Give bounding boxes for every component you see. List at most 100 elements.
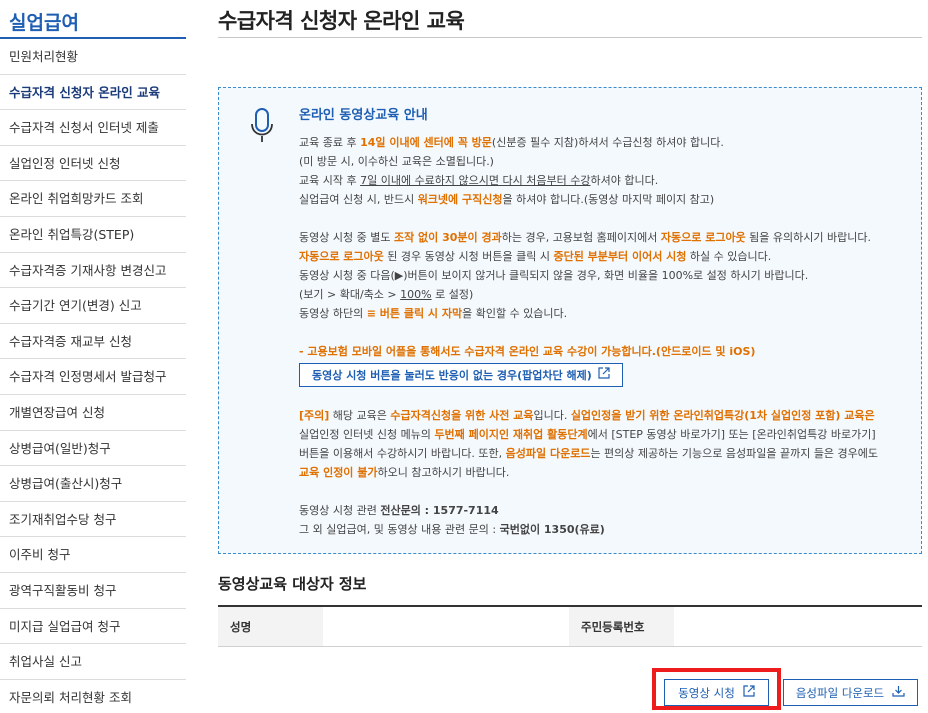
text: 로 설정) bbox=[431, 288, 474, 301]
microphone-icon bbox=[249, 108, 275, 148]
emphasis-text: 음성파일 다운로드 bbox=[505, 447, 591, 460]
text: 된 경우 동영상 시청 버튼을 클릭 시 bbox=[383, 250, 554, 263]
sidebar: 실업급여 민원처리현황 수급자격 신청자 온라인 교육 수급자격 신청서 인터넷… bbox=[0, 0, 186, 713]
notice-line: 동영상 시청 중 별도 조작 없이 30분이 경과하는 경우, 고용보험 홈페이… bbox=[299, 228, 911, 247]
sidebar-item-application-submit[interactable]: 수급자격 신청서 인터넷 제출 bbox=[0, 110, 186, 146]
sidebar-item-extended-benefit[interactable]: 개별연장급여 신청 bbox=[0, 395, 186, 431]
sidebar-item-complaint-status[interactable]: 민원처리현황 bbox=[0, 39, 186, 75]
caution-line: [주의] 해당 교육은 수급자격신청을 위한 사전 교육입니다. 실업인정을 받… bbox=[299, 406, 911, 425]
text: 해당 교육은 bbox=[329, 409, 391, 422]
underlined-text: 7일 이내에 수료하지 않으시면 다시 처음부터 수강 bbox=[360, 174, 591, 187]
sidebar-item-job-search-expense[interactable]: 광역구직활동비 청구 bbox=[0, 573, 186, 609]
text: 실업인정 인터넷 신청 메뉴의 bbox=[299, 428, 435, 441]
text: 동영상 시청 관련 bbox=[299, 504, 381, 517]
notice-box: 온라인 동영상교육 안내 교육 종료 후 14일 이내에 센터에 꼭 방문(신분… bbox=[218, 87, 922, 554]
sidebar-item-change-report[interactable]: 수급자격증 기재사항 변경신고 bbox=[0, 253, 186, 289]
notice-line: (미 방문 시, 이수하신 교육은 소멸됩니다.) bbox=[299, 155, 494, 168]
contact-line: 그 외 실업급여, 및 동영상 내용 관련 문의 : 국번없이 1350(유료) bbox=[299, 520, 911, 539]
sidebar-item-consult-status[interactable]: 자문의뢰 처리현황 조회 bbox=[0, 680, 186, 713]
text: 입니다. bbox=[533, 409, 571, 422]
emphasis-text: 자동으로 로그아웃 bbox=[299, 250, 384, 263]
text: 하셔야 합니다. bbox=[590, 174, 659, 187]
caution-line: 교육 인정이 불가하오니 참고하시기 바랍니다. bbox=[299, 463, 911, 482]
emphasis-text: 은 bbox=[864, 409, 875, 422]
emphasis-text: ≡ 버튼 클릭 시 자막 bbox=[366, 307, 463, 320]
sidebar-item-unemployment-recognition[interactable]: 실업인정 인터넷 신청 bbox=[0, 146, 186, 182]
emphasis-text: 워크넷에 구직신청 bbox=[417, 193, 503, 206]
sidebar-item-period-extension[interactable]: 수급기간 연기(변경) 신고 bbox=[0, 288, 186, 324]
external-link-icon bbox=[598, 366, 610, 385]
caution-tag: [주의] bbox=[299, 409, 330, 422]
sidebar-item-unpaid-benefit[interactable]: 미지급 실업급여 청구 bbox=[0, 609, 186, 645]
rrn-value bbox=[674, 607, 920, 646]
sidebar-menu: 민원처리현황 수급자격 신청자 온라인 교육 수급자격 신청서 인터넷 제출 실… bbox=[0, 39, 186, 713]
rrn-label: 주민등록번호 bbox=[569, 607, 674, 646]
notice-line: 교육 종료 후 14일 이내에 센터에 꼭 방문(신분증 필수 지참)하셔서 수… bbox=[299, 133, 911, 152]
text: 실업급여 신청 시, 반드시 bbox=[299, 193, 418, 206]
page-title: 수급자격 신청자 온라인 교육 bbox=[218, 0, 922, 38]
emphasis-text: 14일 이내에 센터에 꼭 방문 bbox=[360, 136, 492, 149]
text: 하오니 참고하시기 바랍니다. bbox=[377, 466, 510, 479]
sidebar-item-relocation[interactable]: 이주비 청구 bbox=[0, 537, 186, 573]
caution-line: 실업인정 인터넷 신청 메뉴의 두번째 페이지인 재취업 활동단계에서 [STE… bbox=[299, 425, 911, 444]
text: 는 편의상 제공하는 기능으로 음성파일을 끝까지 들은 경우에도 bbox=[590, 447, 879, 460]
sidebar-title: 실업급여 bbox=[0, 0, 186, 39]
text: 됨을 유의하시기 바랍니다. bbox=[745, 231, 871, 244]
name-value bbox=[323, 607, 569, 646]
main-content: 수급자격 신청자 온라인 교육 온라인 동영상교육 안내 교육 종료 후 14일… bbox=[218, 0, 922, 713]
underlined-text: 100% bbox=[400, 288, 432, 301]
caution-line: 버튼을 이용해서 수강하시기 바랍니다. 또한, 음성파일 다운로드는 편의상 … bbox=[299, 444, 911, 463]
sidebar-item-early-reemployment[interactable]: 조기재취업수당 청구 bbox=[0, 502, 186, 538]
contact-line: 동영상 시청 관련 전산문의 : 1577-7114 bbox=[299, 501, 911, 520]
sidebar-item-sickness-birth[interactable]: 상병급여(출산시)청구 bbox=[0, 466, 186, 502]
download-icon bbox=[892, 685, 905, 700]
audio-download-button[interactable]: 음성파일 다운로드 bbox=[783, 679, 918, 706]
name-label: 성명 bbox=[218, 607, 323, 646]
audio-download-label: 음성파일 다운로드 bbox=[795, 685, 885, 700]
text: 동영상 하단의 bbox=[299, 307, 367, 320]
emphasis-text: 교육 인정이 불가 bbox=[299, 466, 378, 479]
text: 그 외 실업급여, 및 동영상 내용 관련 문의 : bbox=[299, 523, 500, 536]
popup-unblock-button[interactable]: 동영상 시청 버튼을 눌러도 반응이 없는 경우(팝업차단 해제) bbox=[299, 363, 623, 387]
notice-body: 온라인 동영상교육 안내 교육 종료 후 14일 이내에 센터에 꼭 방문(신분… bbox=[299, 106, 911, 539]
text: 하실 수 있습니다. bbox=[686, 250, 772, 263]
emphasis-text: 조작 없이 30분이 경과 bbox=[393, 231, 502, 244]
sidebar-item-employment-report[interactable]: 취업사실 신고 bbox=[0, 644, 186, 680]
emphasis-text: 자동으로 로그아웃 bbox=[660, 231, 746, 244]
highlight-box bbox=[652, 668, 781, 710]
notice-line: 실업급여 신청 시, 반드시 워크넷에 구직신청을 하셔야 합니다.(동영상 마… bbox=[299, 190, 911, 209]
info-table: 성명 주민등록번호 bbox=[218, 605, 922, 647]
text: (보기 > 확대/축소 > bbox=[299, 288, 401, 301]
notice-line: 동영상 시청 중 다음(▶)버튼이 보이지 않거나 클릭되지 않을 경우, 화면… bbox=[299, 269, 809, 282]
text: 교육 시작 후 bbox=[299, 174, 361, 187]
notice-heading: 온라인 동영상교육 안내 bbox=[299, 108, 428, 123]
sidebar-item-step[interactable]: 온라인 취업특강(STEP) bbox=[0, 217, 186, 253]
sidebar-item-sickness-general[interactable]: 상병급여(일반)청구 bbox=[0, 431, 186, 467]
text: 에서 [STEP 동영상 바로가기] 또는 [온라인취업특강 바로가기] bbox=[587, 428, 876, 441]
text: 교육 종료 후 bbox=[299, 136, 361, 149]
text: 을 확인할 수 있습니다. bbox=[462, 307, 568, 320]
emphasis-text: 실업인정을 받기 위한 온라인취업특강(1차 실업인정 포함) 교육 bbox=[570, 409, 865, 422]
sidebar-item-employment-card[interactable]: 온라인 취업희망카드 조회 bbox=[0, 181, 186, 217]
popup-unblock-label: 동영상 시청 버튼을 눌러도 반응이 없는 경우(팝업차단 해제) bbox=[312, 368, 592, 382]
notice-line: 교육 시작 후 7일 이내에 수료하지 않으시면 다시 처음부터 수강하셔야 합… bbox=[299, 171, 911, 190]
phone-number: 국번없이 1350(유료) bbox=[499, 523, 605, 536]
phone-number: 전산문의 : 1577-7114 bbox=[380, 504, 499, 517]
emphasis-text: 수급자격신청을 위한 사전 교육 bbox=[390, 409, 534, 422]
text: 하는 경우, 고용보험 홈페이지에서 bbox=[501, 231, 661, 244]
notice-line: 자동으로 로그아웃 된 경우 동영상 시청 버튼을 클릭 시 중단된 부분부터 … bbox=[299, 247, 911, 266]
notice-line: (보기 > 확대/축소 > 100% 로 설정) bbox=[299, 285, 911, 304]
text: (신분증 필수 지참)하셔서 수급신청 하셔야 합니다. bbox=[491, 136, 724, 149]
sidebar-item-reissue[interactable]: 수급자격증 재교부 신청 bbox=[0, 324, 186, 360]
sidebar-item-online-education[interactable]: 수급자격 신청자 온라인 교육 bbox=[0, 75, 186, 111]
sidebar-item-statement-request[interactable]: 수급자격 인정명세서 발급청구 bbox=[0, 359, 186, 395]
emphasis-text: 중단된 부분부터 이어서 시청 bbox=[553, 250, 687, 263]
text: 버튼을 이용해서 수강하시기 바랍니다. 또한, bbox=[299, 447, 506, 460]
info-section-title: 동영상교육 대상자 정보 bbox=[218, 575, 367, 593]
mobile-notice: - 고용보험 모바일 어플을 통해서도 수급자격 온라인 교육 수강이 가능합니… bbox=[299, 345, 756, 358]
notice-line: 동영상 하단의 ≡ 버튼 클릭 시 자막을 확인할 수 있습니다. bbox=[299, 304, 911, 323]
emphasis-text: 두번째 페이지인 재취업 활동단계 bbox=[434, 428, 588, 441]
